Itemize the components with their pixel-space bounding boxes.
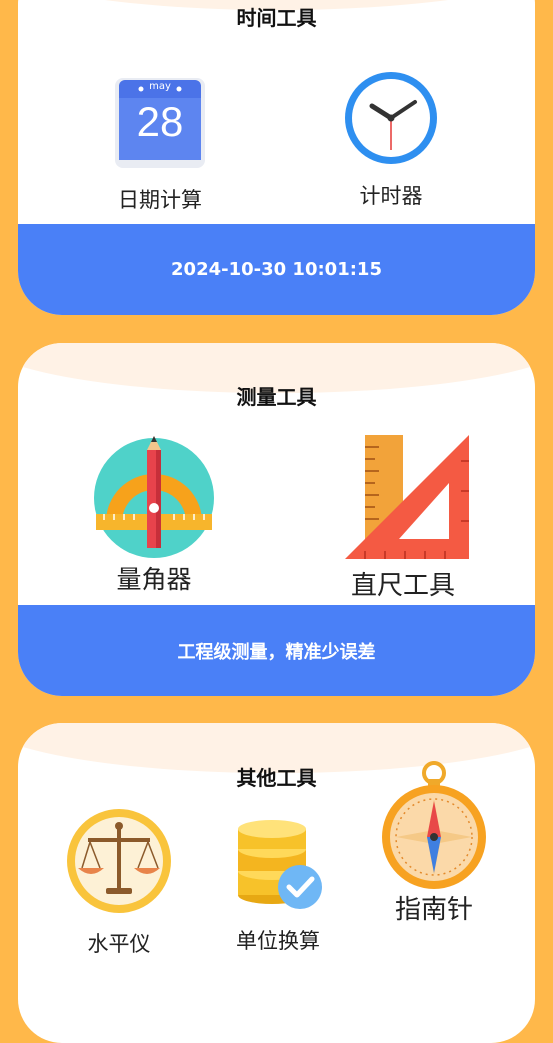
ruler-tool[interactable]: 直尺工具 bbox=[328, 431, 478, 602]
balance-scale-icon bbox=[66, 808, 172, 914]
measure-tools-title: 测量工具 bbox=[236, 385, 317, 409]
unit-conversion-label: 单位换算 bbox=[236, 929, 320, 953]
time-tools-title: 时间工具 bbox=[236, 6, 317, 30]
measure-tools-card: 测量工具 量角器 直尺工具 工程级测量，精准少误差 bbox=[18, 343, 535, 696]
measure-slogan: 工程级测量，精准少误差 bbox=[177, 641, 376, 663]
timer-tool[interactable]: 计时器 bbox=[336, 70, 446, 210]
ruler-triangle-icon bbox=[335, 431, 471, 563]
timer-label: 计时器 bbox=[359, 184, 423, 208]
date-calc-tool[interactable]: may 28 日期计算 bbox=[110, 76, 210, 214]
compass-label: 指南针 bbox=[394, 895, 473, 925]
date-calc-label: 日期计算 bbox=[118, 188, 202, 212]
protractor-tool[interactable]: 量角器 bbox=[84, 436, 224, 596]
coins-check-icon bbox=[228, 815, 328, 913]
calendar-month: may bbox=[149, 81, 171, 92]
time-tools-card: 时间工具 may 28 日期计算 计时器 2024-10-30 10:01:15 bbox=[18, 0, 535, 315]
slogan-bar: 工程级测量，精准少误差 bbox=[18, 605, 535, 696]
clock-icon bbox=[343, 70, 439, 166]
datetime-bar: 2024-10-30 10:01:15 bbox=[18, 224, 535, 315]
level-tool[interactable]: 水平仪 bbox=[64, 808, 174, 958]
level-label: 水平仪 bbox=[87, 932, 151, 956]
unit-conversion-tool[interactable]: 单位换算 bbox=[218, 815, 338, 955]
protractor-label: 量角器 bbox=[116, 565, 192, 594]
current-datetime: 2024-10-30 10:01:15 bbox=[171, 259, 382, 280]
protractor-icon bbox=[86, 436, 222, 558]
calendar-icon: may 28 bbox=[113, 76, 207, 170]
calendar-day: 28 bbox=[136, 98, 184, 145]
compass-icon bbox=[379, 761, 489, 889]
other-tools-card: 其他工具 水平仪 单位换算 指南针 bbox=[18, 723, 535, 1043]
compass-tool[interactable]: 指南针 bbox=[374, 761, 494, 926]
ruler-label: 直尺工具 bbox=[350, 571, 455, 601]
